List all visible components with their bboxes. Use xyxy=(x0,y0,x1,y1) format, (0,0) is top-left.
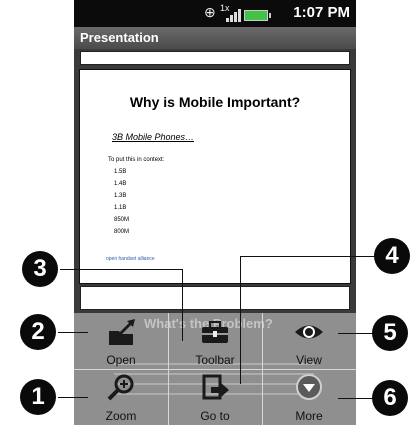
menu-more-label: More xyxy=(295,409,323,423)
slide-footer-logo: open handset alliance xyxy=(106,256,155,262)
menu-toolbar-label: Toolbar xyxy=(195,353,235,367)
slide-subtitle: 3B Mobile Phones… xyxy=(112,132,195,142)
callout-3: 3 xyxy=(22,251,58,287)
callout-2: 2 xyxy=(20,314,56,350)
menu-goto-label: Go to xyxy=(200,409,230,423)
previous-slide-thumbnail[interactable] xyxy=(80,51,350,65)
callout-6: 6 xyxy=(372,380,408,416)
eye-icon xyxy=(295,325,323,339)
callout-4-leader xyxy=(240,256,383,257)
callout-5: 5 xyxy=(372,315,408,351)
menu-view-button[interactable]: View xyxy=(262,313,356,369)
slide-value: 850M xyxy=(114,217,130,223)
menu-zoom-label: Zoom xyxy=(105,409,137,423)
callout-4: 4 xyxy=(374,238,410,274)
battery-icon xyxy=(244,10,271,21)
callout-1-leader xyxy=(58,397,88,398)
current-slide[interactable]: Why is Mobile Important? 3B Mobile Phone… xyxy=(79,69,351,284)
signal-icon xyxy=(226,6,242,22)
slide-value: 1.5B xyxy=(114,169,127,175)
more-icon xyxy=(296,374,322,400)
menu-more-button[interactable]: More xyxy=(262,369,356,425)
menu-zoom-button[interactable]: Zoom xyxy=(74,369,168,425)
goto-icon xyxy=(202,374,229,400)
menu-open-button[interactable]: Open xyxy=(74,313,168,369)
toolbox-icon xyxy=(202,321,228,343)
menu-view-label: View xyxy=(296,353,322,367)
next-slide-thumbnail[interactable] xyxy=(80,286,350,310)
status-bar: ⊕ 1x 1:07 PM xyxy=(74,0,356,27)
menu-open-label: Open xyxy=(106,353,136,367)
slide-title: Why is Mobile Important? xyxy=(129,94,301,110)
callout-3-leader xyxy=(182,269,183,341)
slide-value: 1.3B xyxy=(114,193,127,199)
slide-value: 1.4B xyxy=(114,181,127,187)
zoom-icon xyxy=(107,374,134,401)
menu-goto-button[interactable]: Go to xyxy=(168,369,262,425)
slide-value: 800M xyxy=(114,229,130,235)
app-title: Presentation xyxy=(74,27,356,49)
callout-2-leader xyxy=(58,332,88,333)
callout-4-leader xyxy=(240,256,241,384)
callout-1: 1 xyxy=(20,379,56,415)
open-icon xyxy=(109,319,135,345)
slide-value: 1.1B xyxy=(114,205,127,211)
callout-3-leader xyxy=(60,269,182,270)
slide-context-text: To put this in context: xyxy=(108,157,165,163)
gps-icon: ⊕ xyxy=(204,4,216,20)
clock: 1:07 PM xyxy=(293,4,350,21)
